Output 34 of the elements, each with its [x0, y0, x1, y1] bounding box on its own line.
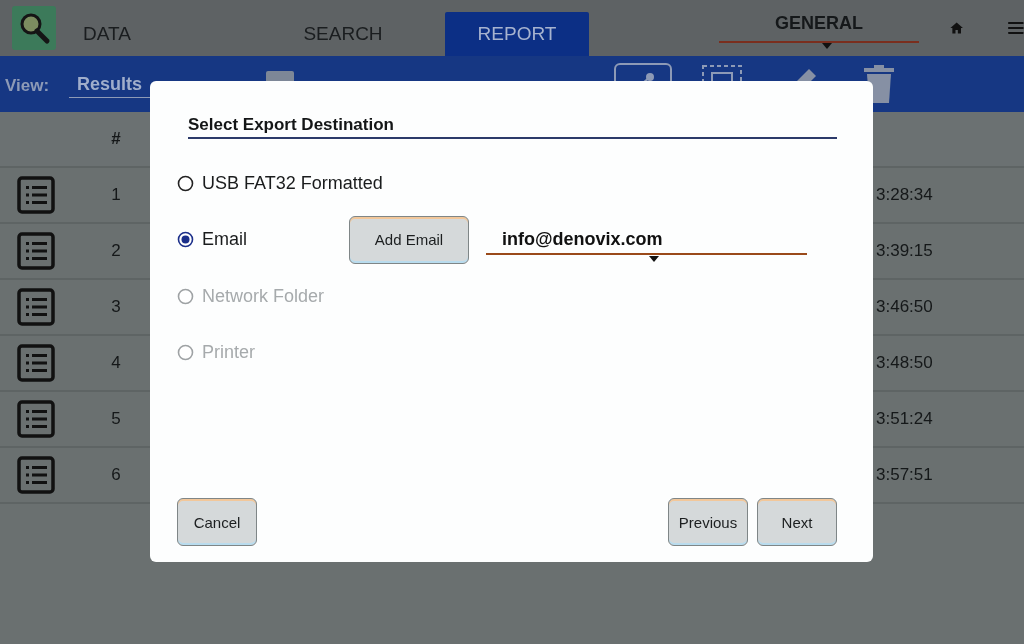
- table-cell-text: 4: [110, 353, 122, 373]
- table-cell: 3:51:24: [876, 409, 933, 429]
- tab[interactable]: REPORT: [445, 12, 589, 56]
- table-cell: 3:39:15: [876, 241, 933, 261]
- table-cell: 3:48:50: [876, 353, 933, 373]
- column-header: #: [110, 129, 122, 149]
- table-cell: 3:46:50: [876, 297, 933, 317]
- list-icon[interactable]: [17, 232, 55, 270]
- radio-option[interactable]: Email: [177, 229, 349, 251]
- table-cell-text: 3: [110, 297, 122, 317]
- radio-button[interactable]: [177, 174, 194, 192]
- list-icon[interactable]: [17, 176, 55, 214]
- list-icon[interactable]: [17, 400, 55, 438]
- list-icon[interactable]: [17, 288, 55, 326]
- search-icon[interactable]: [12, 6, 56, 50]
- table-cell: 3:28:34: [876, 185, 933, 205]
- view-label: View:: [5, 76, 50, 96]
- list-icon[interactable]: [17, 344, 55, 382]
- list-icon[interactable]: [17, 456, 55, 494]
- caret-icon: [822, 43, 832, 49]
- table-cell-text: 1: [110, 185, 122, 205]
- next-button[interactable]: Next: [757, 498, 837, 546]
- radio-option[interactable]: USB FAT32 Formatted: [177, 172, 383, 194]
- table-cell-text: 2: [110, 241, 122, 261]
- table-cell-text: 5: [110, 409, 122, 429]
- radio-button[interactable]: [177, 231, 194, 249]
- previous-button[interactable]: Previous: [668, 498, 748, 546]
- dialog-title: Select Export Destination: [188, 115, 837, 139]
- table-cell: 3:57:51: [876, 465, 933, 485]
- add-email-button[interactable]: Add Email: [349, 215, 469, 264]
- cancel-button[interactable]: Cancel: [177, 498, 257, 546]
- caret-icon: [649, 255, 659, 262]
- email-field[interactable]: info@denovix.com: [486, 228, 807, 255]
- table-cell-text: 6: [110, 465, 122, 485]
